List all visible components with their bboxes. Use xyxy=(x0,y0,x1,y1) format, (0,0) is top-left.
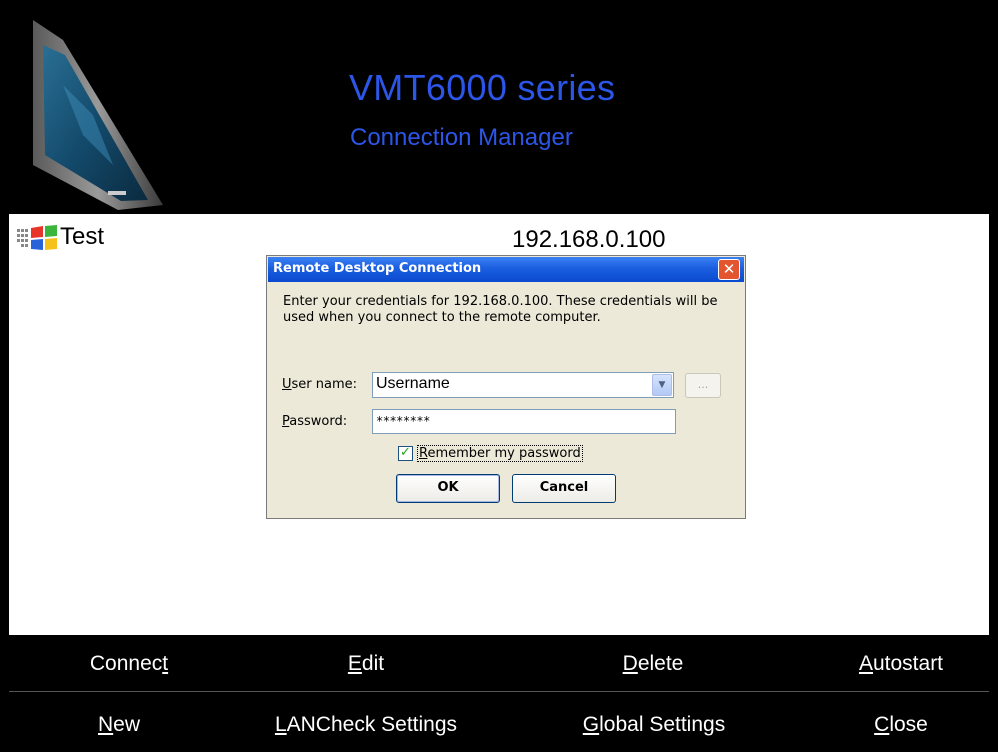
user-name-value: Username xyxy=(376,375,450,392)
app-title: VMT6000 series xyxy=(349,67,616,108)
connect-text: Connec xyxy=(89,652,163,675)
user-name-label-text: ser name: xyxy=(291,377,358,392)
delete-accel: D xyxy=(622,652,638,675)
password-input[interactable]: ******** xyxy=(372,409,676,434)
new-accel: N xyxy=(97,713,114,736)
lancheck-settings-button[interactable]: LANCheck Settings xyxy=(246,713,486,737)
lancheck-accel: L xyxy=(274,713,287,736)
close-accel: C xyxy=(874,713,890,736)
delete-button[interactable]: Delete xyxy=(533,652,773,676)
close-text: lose xyxy=(889,713,928,736)
user-name-combobox[interactable]: Username ▼ xyxy=(372,372,674,398)
global-settings-text: lobal Settings xyxy=(599,713,726,736)
password-value: ******** xyxy=(376,414,430,428)
windows-flag-icon xyxy=(17,225,57,250)
user-name-label-accel: U xyxy=(282,377,292,392)
remember-password-label[interactable]: Remember my password xyxy=(417,445,583,462)
delete-text: elete xyxy=(637,652,684,675)
autostart-text: utostart xyxy=(872,652,944,675)
remember-password-checkbox[interactable]: ✓ xyxy=(398,446,413,461)
dialog-titlebar[interactable]: Remote Desktop Connection ✕ xyxy=(268,257,744,282)
ok-button[interactable]: OK xyxy=(396,474,500,503)
close-icon[interactable]: ✕ xyxy=(718,259,740,280)
dialog-message: Enter your credentials for 192.168.0.100… xyxy=(283,294,718,325)
close-button[interactable]: Close xyxy=(781,713,998,737)
new-button[interactable]: New xyxy=(0,713,239,737)
autostart-accel: A xyxy=(858,652,873,675)
connection-name: Test xyxy=(60,223,105,250)
global-settings-button[interactable]: Global Settings xyxy=(534,713,774,737)
chevron-down-icon[interactable]: ▼ xyxy=(652,374,672,396)
password-label: Password: xyxy=(282,414,347,429)
user-name-label: User name: xyxy=(282,377,357,392)
cancel-button[interactable]: Cancel xyxy=(512,474,616,503)
global-settings-accel: G xyxy=(582,713,600,736)
edit-text: dit xyxy=(361,652,385,675)
connection-item[interactable]: Test 192.168.0.100 xyxy=(9,222,989,254)
edit-accel: E xyxy=(347,652,362,675)
bottom-toolbar: Connect Edit Delete Autostart New LANChe… xyxy=(9,635,989,750)
edit-button[interactable]: Edit xyxy=(246,652,486,676)
browse-button[interactable]: ... xyxy=(685,373,721,398)
connect-accel: t xyxy=(162,652,169,675)
new-text: ew xyxy=(113,713,141,736)
autostart-button[interactable]: Autostart xyxy=(781,652,998,676)
app-subtitle: Connection Manager xyxy=(350,124,573,151)
password-label-text: assword: xyxy=(289,414,348,429)
remember-label-text: emember my password xyxy=(427,446,581,461)
lancheck-text: ANCheck Settings xyxy=(286,713,458,736)
toolbar-divider xyxy=(9,691,989,692)
connect-button[interactable]: Connect xyxy=(9,652,249,676)
dialog-title: Remote Desktop Connection xyxy=(273,261,482,276)
device-image xyxy=(33,20,163,210)
rdp-credentials-dialog: Remote Desktop Connection ✕ Enter your c… xyxy=(266,255,746,519)
app-header: VMT6000 series Connection Manager xyxy=(9,9,989,214)
connection-address: 192.168.0.100 xyxy=(512,226,666,253)
